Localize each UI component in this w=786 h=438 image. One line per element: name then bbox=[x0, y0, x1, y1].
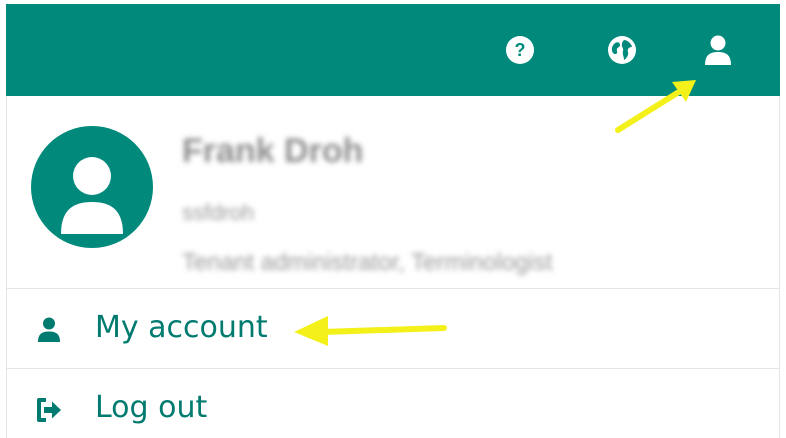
avatar-user-icon bbox=[61, 157, 123, 234]
divider bbox=[7, 368, 779, 369]
page: ? Frank Droh ssfdroh Tenant administrato… bbox=[0, 0, 786, 438]
user-name: Frank Droh bbox=[182, 132, 364, 170]
user-icon bbox=[38, 317, 60, 342]
divider bbox=[7, 288, 779, 289]
logout-label: Log out bbox=[95, 390, 208, 425]
annotation-arrow-icon bbox=[294, 316, 447, 346]
user-icon bbox=[705, 35, 731, 65]
user-dropdown: Frank Droh ssfdroh Tenant administrator,… bbox=[6, 96, 780, 438]
avatar bbox=[31, 126, 153, 248]
logout-menu-item[interactable]: Log out bbox=[7, 372, 779, 438]
help-button[interactable]: ? bbox=[500, 30, 540, 70]
user-menu-button[interactable] bbox=[698, 30, 738, 70]
globe-icon bbox=[608, 36, 636, 64]
help-glyph: ? bbox=[515, 40, 526, 60]
annotation-arrow-icon bbox=[615, 80, 696, 133]
my-account-label: My account bbox=[95, 310, 268, 345]
user-login: ssfdroh bbox=[182, 200, 255, 225]
language-button[interactable] bbox=[602, 30, 642, 70]
sign-out-icon bbox=[37, 398, 61, 422]
help-icon: ? bbox=[506, 36, 534, 64]
user-roles: Tenant administrator, Terminologist bbox=[182, 249, 553, 276]
